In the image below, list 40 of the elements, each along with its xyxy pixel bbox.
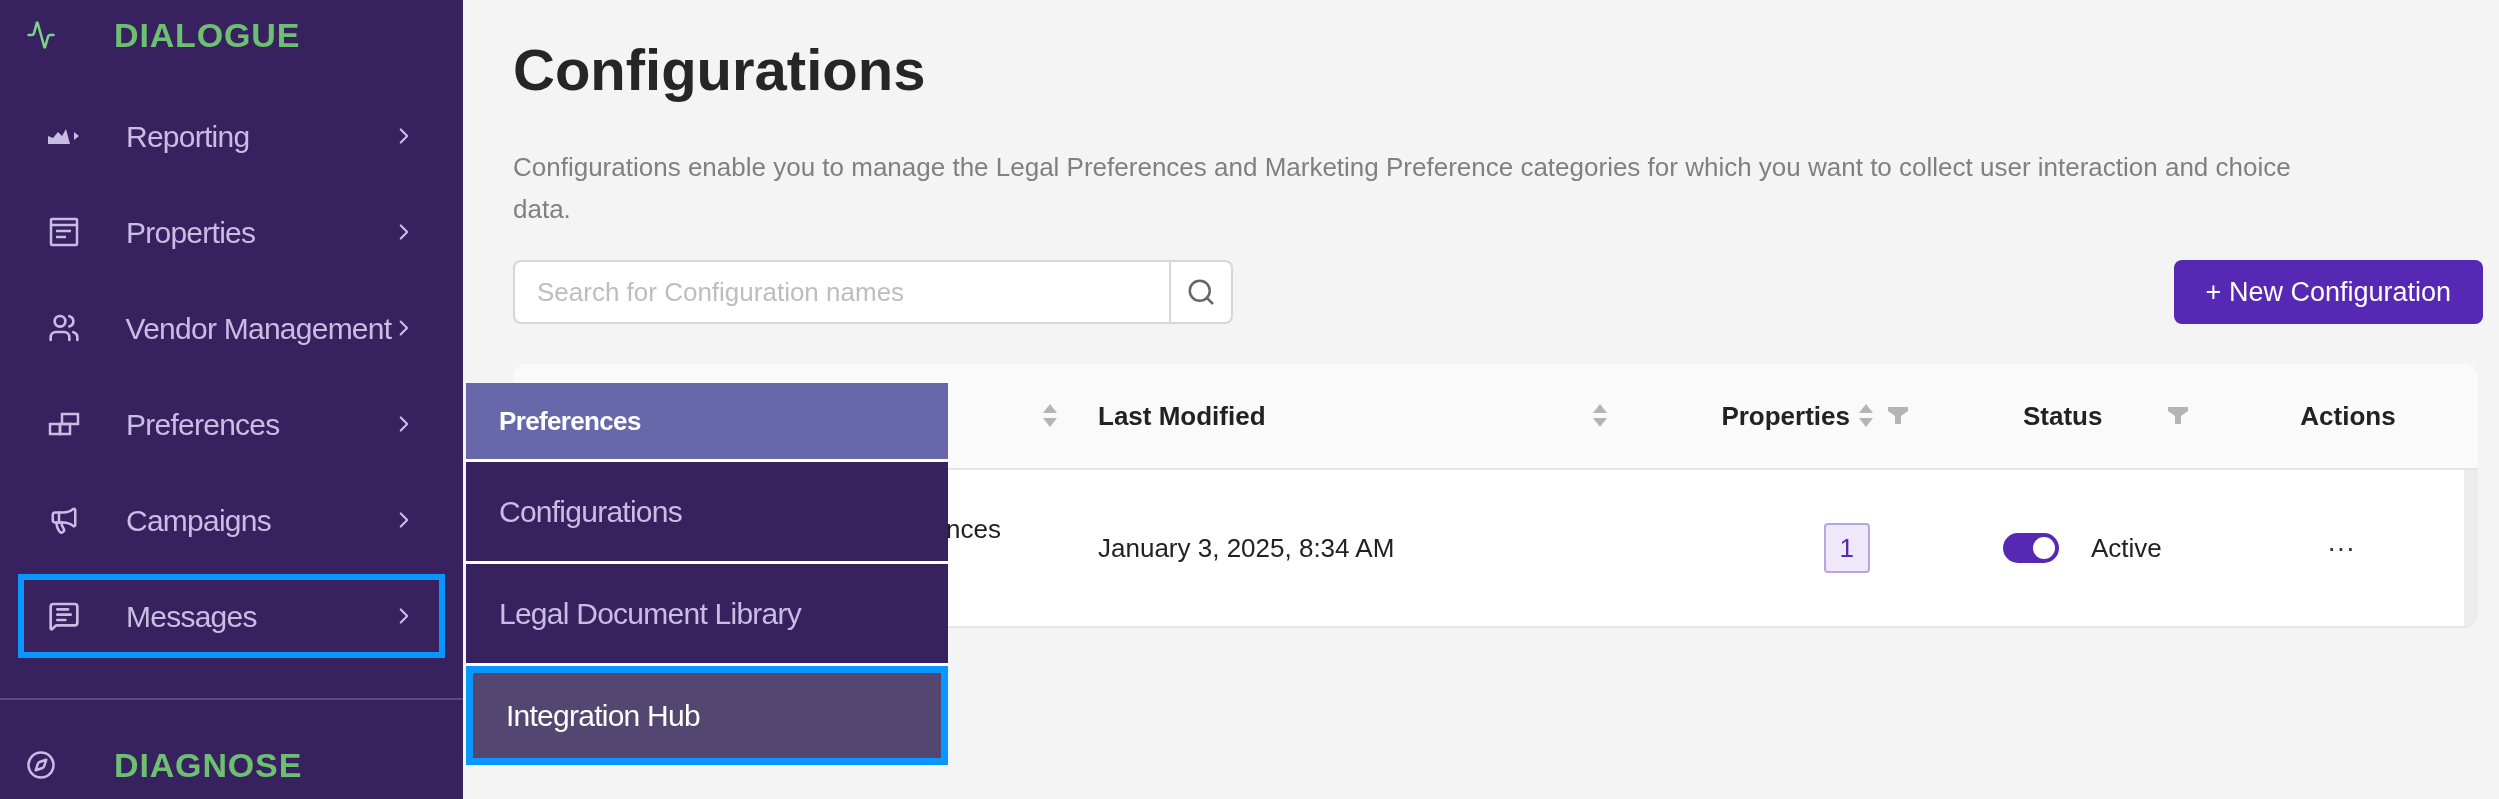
megaphone-icon: [49, 505, 79, 535]
search-button[interactable]: [1171, 260, 1233, 324]
sort-icon[interactable]: [1042, 403, 1058, 429]
table-cell: nces: [946, 514, 1001, 544]
sidebar-item[interactable]: Properties: [18, 190, 445, 274]
flyout-item[interactable]: Legal Document Library: [466, 564, 948, 663]
sidebar-item[interactable]: Preferences: [18, 382, 445, 466]
flyout-item[interactable]: Integration Hub: [466, 666, 948, 765]
pulse-icon: [26, 20, 56, 50]
users-icon: [47, 312, 80, 344]
flyout-item[interactable]: Configurations: [466, 462, 948, 561]
column-header: Actions: [2300, 399, 2396, 433]
compass-icon: [26, 750, 56, 780]
column-header: Status: [2023, 399, 2103, 433]
status-label: Active: [2091, 531, 2162, 565]
page-title: Configurations: [513, 36, 927, 104]
column-header: Properties: [1721, 399, 1850, 433]
sort-icon[interactable]: [1592, 403, 1608, 429]
count-badge: 1: [1823, 523, 1870, 573]
new-configuration-button[interactable]: + New Configuration: [2173, 260, 2483, 324]
column-header: Last Modified: [1098, 399, 1266, 433]
section-title: DIALOGUE: [114, 14, 301, 56]
search-field[interactable]: Search for Configuration names: [513, 260, 1171, 324]
section-title: DIAGNOSE: [114, 744, 303, 786]
filter-icon[interactable]: [1888, 407, 1908, 425]
search-icon[interactable]: [1186, 277, 1216, 307]
page-description: Configurations enable you to manage the Legal Preferences and Marketing Preference categories for which you want to collect user interaction and choice data.: [513, 151, 2292, 226]
sidebar-item[interactable]: Vendor Management: [18, 286, 445, 370]
sidebar-item[interactable]: Campaigns: [18, 478, 445, 562]
filter-icon[interactable]: [2168, 407, 2188, 425]
flyout-title: Preferences: [466, 383, 948, 459]
more-actions-button[interactable]: ···: [2327, 527, 2355, 569]
sidebar-item[interactable]: Reporting: [18, 94, 445, 178]
blocks-icon: [48, 412, 80, 436]
status-toggle[interactable]: [2003, 533, 2059, 563]
message-icon: [48, 600, 80, 632]
window-icon: [49, 217, 79, 247]
table-cell: January 3, 2025, 8:34 AM: [1098, 532, 1395, 563]
sort-icon[interactable]: [1858, 403, 1874, 429]
sidebar-item[interactable]: Messages: [18, 574, 445, 658]
